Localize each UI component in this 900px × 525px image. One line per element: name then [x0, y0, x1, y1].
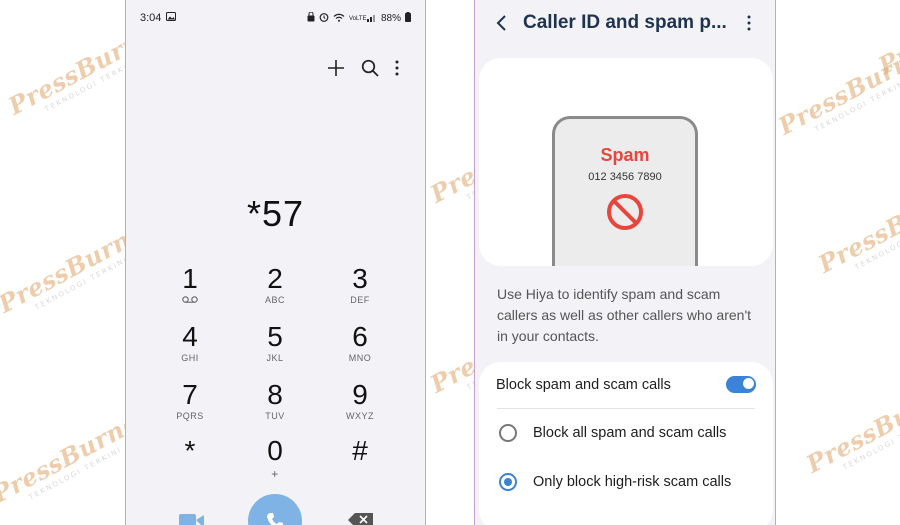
video-call-icon[interactable]	[179, 512, 205, 525]
signal-icon	[366, 13, 377, 25]
radio-high-risk[interactable]	[499, 473, 517, 491]
back-arrow-icon[interactable]	[495, 13, 509, 38]
key-0[interactable]: 0 +	[240, 436, 310, 482]
phone-illustration: Spam 012 3456 7890	[552, 116, 698, 266]
call-button[interactable]	[248, 494, 302, 525]
spam-number: 012 3456 7890	[588, 171, 662, 183]
watermark: PressBurner TEKNOLOGI TERKINI	[773, 33, 900, 141]
battery-icon	[405, 12, 411, 25]
watermark: PressBurner	[873, 0, 900, 81]
key-7[interactable]: 7 PQRS	[155, 380, 225, 422]
caller-id-screen: Caller ID and spam p... Spam 012 3456 78…	[474, 0, 776, 525]
wifi-icon	[333, 13, 345, 25]
add-contact-icon[interactable]	[326, 58, 346, 83]
option-label: Only block high-risk scam calls	[533, 474, 732, 490]
search-icon[interactable]	[360, 58, 380, 83]
page-title: Caller ID and spam p...	[523, 12, 727, 33]
dialed-number: *57	[246, 193, 305, 234]
block-options-card: Block spam and scam calls Block all spam…	[479, 362, 773, 525]
backspace-icon[interactable]	[348, 513, 374, 525]
watermark: PressBurner TEKNOLOGI TERKINI	[813, 171, 900, 279]
key-hash[interactable]: #	[325, 436, 395, 466]
watermark: PressBurner TEKNOLOGI TERKINI	[801, 371, 900, 479]
phone-icon	[265, 511, 285, 525]
more-options-icon[interactable]	[390, 58, 404, 83]
option-label: Block all spam and scam calls	[533, 425, 727, 441]
status-time: 3:04	[140, 12, 162, 24]
block-toggle-switch[interactable]	[726, 376, 756, 393]
key-3[interactable]: 3 DEF	[325, 264, 395, 306]
block-toggle-row[interactable]: Block spam and scam calls	[479, 362, 773, 410]
key-9[interactable]: 9 WXYZ	[325, 380, 395, 422]
divider	[497, 408, 755, 409]
voicemail-icon	[155, 295, 225, 305]
spam-illustration-card: Spam 012 3456 7890	[479, 58, 773, 266]
alarm-icon	[319, 12, 329, 25]
key-6[interactable]: 6 MNO	[325, 322, 395, 364]
battery-percent: 88%	[380, 13, 401, 24]
status-bar-left: 3:04	[140, 12, 177, 24]
key-5[interactable]: 5 JKL	[240, 322, 310, 364]
status-bar-right: VoLTE 88%	[307, 11, 411, 25]
key-1[interactable]: 1	[155, 264, 225, 305]
block-toggle-label: Block spam and scam calls	[496, 377, 671, 393]
key-8[interactable]: 8 TUV	[240, 380, 310, 422]
gallery-icon	[166, 12, 177, 24]
key-star[interactable]: *	[155, 436, 225, 466]
alarm-lock-icon	[307, 11, 315, 25]
spam-label: Spam	[600, 145, 650, 165]
network-label: VoLTE	[348, 15, 367, 22]
option-block-all[interactable]: Block all spam and scam calls	[479, 410, 773, 458]
description-text: Use Hiya to identify spam and scam calle…	[497, 286, 752, 344]
key-4[interactable]: 4 GHI	[155, 322, 225, 364]
dialer-screen: 3:04 VoLTE 88% *57 1 2 ABC 3 DEF 4 GHI 5…	[125, 0, 426, 525]
more-options-icon[interactable]	[745, 14, 753, 37]
radio-block-all[interactable]	[499, 424, 517, 442]
option-high-risk[interactable]: Only block high-risk scam calls	[479, 459, 773, 507]
block-icon	[606, 193, 644, 236]
key-2[interactable]: 2 ABC	[240, 264, 310, 306]
